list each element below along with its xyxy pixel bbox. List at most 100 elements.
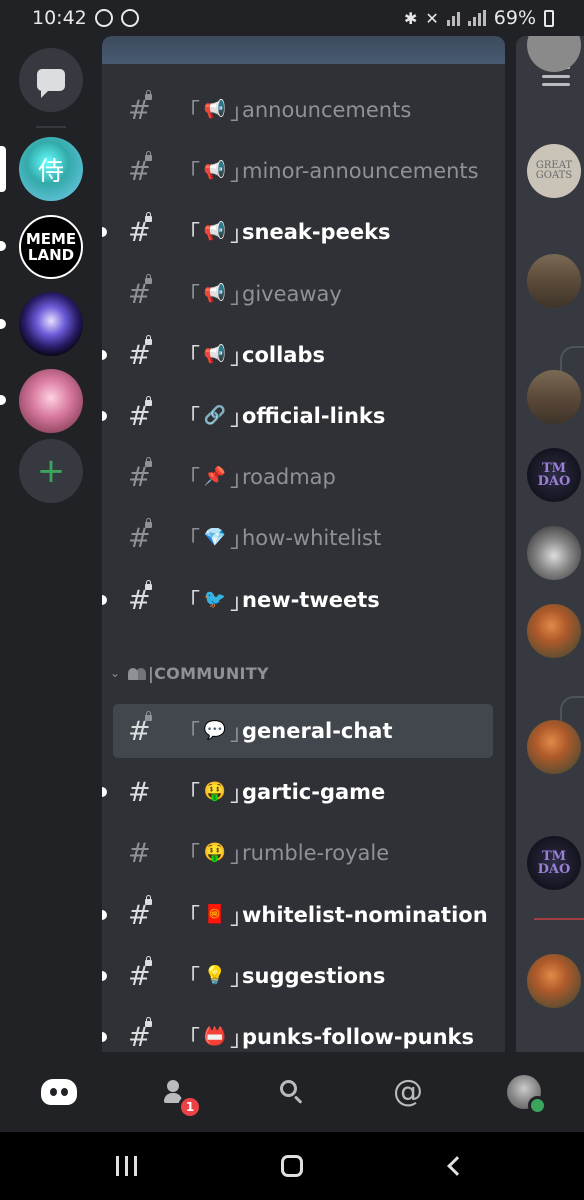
new-messages-divider bbox=[534, 918, 584, 920]
category-community[interactable]: ⌄ |COMMUNITY bbox=[102, 658, 505, 688]
back-button[interactable] bbox=[447, 1152, 467, 1180]
member-list-panel: GREAT GOATS TM DAO TM DAO bbox=[516, 36, 584, 1052]
lock-icon bbox=[145, 711, 152, 721]
member-avatar[interactable]: TM DAO bbox=[527, 448, 581, 502]
channel-whitelist-nomination[interactable]: # 「🧧」 whitelist-nomination bbox=[102, 887, 505, 943]
channel-emoji: 「📢」 bbox=[178, 216, 252, 248]
emoji-icon: 🐦 bbox=[203, 589, 227, 610]
channel-emoji: 「🤑」 bbox=[178, 837, 252, 869]
channel-name: gartic-game bbox=[242, 780, 386, 804]
unread-indicator bbox=[102, 910, 107, 920]
emoji-icon: 💡 bbox=[203, 965, 227, 986]
emoji-icon: 📌 bbox=[203, 466, 227, 487]
member-avatar[interactable] bbox=[527, 720, 581, 774]
channel-roadmap[interactable]: # 「📌」 roadmap bbox=[102, 449, 505, 505]
channel-announcements[interactable]: # 「📢」 announcements bbox=[102, 82, 505, 138]
channel-emoji: 「📌」 bbox=[178, 461, 252, 493]
mute-icon: ✕ bbox=[425, 8, 439, 28]
channel-how-whitelist[interactable]: # 「💎」 how-whitelist bbox=[102, 510, 505, 566]
mentions-tab[interactable]: @ bbox=[388, 1072, 428, 1112]
channel-name: announcements bbox=[242, 98, 412, 122]
emoji-icon: 📢 bbox=[203, 344, 227, 365]
server-icon-memeland[interactable]: MEME LAND bbox=[19, 215, 83, 279]
channel-punks-follow-punks[interactable]: # 「📛」 punks-follow-punks bbox=[102, 1009, 505, 1052]
emoji-icon: 📢 bbox=[203, 221, 227, 242]
back-icon bbox=[447, 1156, 467, 1176]
emoji-icon: 💎 bbox=[203, 527, 227, 548]
unread-indicator bbox=[102, 971, 107, 981]
channel-name: sneak-peeks bbox=[242, 220, 391, 244]
server-icon-pink-avatar[interactable] bbox=[19, 369, 83, 433]
channel-suggestions[interactable]: # 「💡」 suggestions bbox=[102, 948, 505, 1004]
recent-apps-button[interactable] bbox=[116, 1152, 137, 1180]
channel-emoji: 「📢」 bbox=[178, 155, 252, 187]
member-avatar[interactable] bbox=[527, 526, 581, 580]
channel-name: suggestions bbox=[242, 964, 386, 988]
channel-collabs[interactable]: # 「📢」 collabs bbox=[102, 327, 505, 383]
member-avatar[interactable]: GREAT GOATS bbox=[527, 144, 581, 198]
channel-name: whitelist-nomination bbox=[242, 903, 488, 927]
search-tab[interactable] bbox=[272, 1072, 312, 1112]
member-avatar[interactable] bbox=[527, 254, 581, 308]
channel-emoji: 「📢」 bbox=[178, 339, 252, 371]
lock-icon bbox=[145, 396, 152, 406]
lock-icon bbox=[145, 1017, 152, 1027]
lock-icon bbox=[145, 151, 152, 161]
lock-icon bbox=[145, 518, 152, 528]
channel-name: giveaway bbox=[242, 282, 342, 306]
unread-indicator bbox=[102, 227, 107, 237]
member-avatar[interactable] bbox=[527, 604, 581, 658]
online-status-icon bbox=[528, 1096, 547, 1115]
server-icon-astronaut[interactable] bbox=[19, 292, 83, 356]
selected-server-indicator bbox=[0, 146, 6, 192]
at-icon: @ bbox=[393, 1074, 423, 1109]
friends-notification-badge: 1 bbox=[178, 1095, 202, 1119]
lock-icon bbox=[145, 895, 152, 905]
search-icon bbox=[280, 1080, 304, 1104]
channel-official-links[interactable]: # 「🔗」 official-links bbox=[102, 388, 505, 444]
channel-giveaway[interactable]: # 「📢」 giveaway bbox=[102, 266, 505, 322]
channel-gartic-game[interactable]: # 「🤑」 gartic-game bbox=[102, 764, 505, 820]
channel-name: punks-follow-punks bbox=[242, 1025, 475, 1049]
channel-emoji: 「🤑」 bbox=[178, 776, 252, 808]
direct-messages-button[interactable] bbox=[19, 48, 83, 112]
status-time: 10:42 bbox=[32, 7, 87, 29]
channel-minor-announcements[interactable]: # 「📢」 minor-announcements bbox=[102, 143, 505, 199]
channel-list: # 「📢」 announcements # 「📢」 minor-announcements… bbox=[102, 36, 505, 1052]
home-tab[interactable] bbox=[39, 1072, 79, 1112]
channel-name: collabs bbox=[242, 343, 325, 367]
member-avatar[interactable] bbox=[527, 954, 581, 1008]
battery-level: 69% bbox=[493, 7, 536, 29]
member-avatar[interactable]: TM DAO bbox=[527, 836, 581, 890]
lock-icon bbox=[145, 274, 152, 284]
channel-sneak-peeks[interactable]: # 「📢」 sneak-peeks bbox=[102, 204, 505, 260]
emoji-icon: 📛 bbox=[203, 1026, 227, 1047]
add-server-button[interactable]: + bbox=[19, 439, 83, 503]
emoji-icon: 🤑 bbox=[203, 781, 227, 802]
emoji-icon: 📢 bbox=[203, 99, 227, 120]
channel-general-chat[interactable]: # 「💬」 general-chat bbox=[102, 703, 505, 759]
category-label: |COMMUNITY bbox=[148, 663, 269, 683]
people-icon bbox=[128, 666, 150, 680]
channel-emoji: 「🧧」 bbox=[178, 899, 252, 931]
system-navigation-bar bbox=[0, 1132, 584, 1200]
server-icon-glyph: 侍 bbox=[37, 156, 64, 187]
member-avatar[interactable] bbox=[527, 370, 581, 424]
channel-name: rumble-royale bbox=[242, 841, 390, 865]
profile-tab[interactable] bbox=[504, 1072, 547, 1115]
emoji-icon: 📢 bbox=[203, 160, 227, 181]
avatar-text: TM DAO bbox=[537, 849, 571, 877]
member-avatar[interactable] bbox=[527, 36, 581, 72]
discord-app: 侍 MEME LAND + # 「📢」 announcements # 「📢」 minor… bbox=[0, 36, 584, 1052]
channel-name: minor-announcements bbox=[242, 159, 479, 183]
whatsapp-icon bbox=[120, 9, 139, 27]
channel-name: roadmap bbox=[242, 465, 336, 489]
emoji-icon: 💬 bbox=[203, 720, 227, 741]
server-icon-samurai[interactable]: 侍 bbox=[19, 137, 83, 201]
notification-icon bbox=[94, 9, 113, 27]
channel-new-tweets[interactable]: # 「🐦」 new-tweets bbox=[102, 572, 505, 628]
channel-rumble-royale[interactable]: # 「🤑」 rumble-royale bbox=[102, 825, 505, 881]
channel-emoji: 「📢」 bbox=[178, 278, 252, 310]
home-button[interactable] bbox=[281, 1152, 303, 1180]
recent-apps-icon bbox=[116, 1156, 137, 1176]
